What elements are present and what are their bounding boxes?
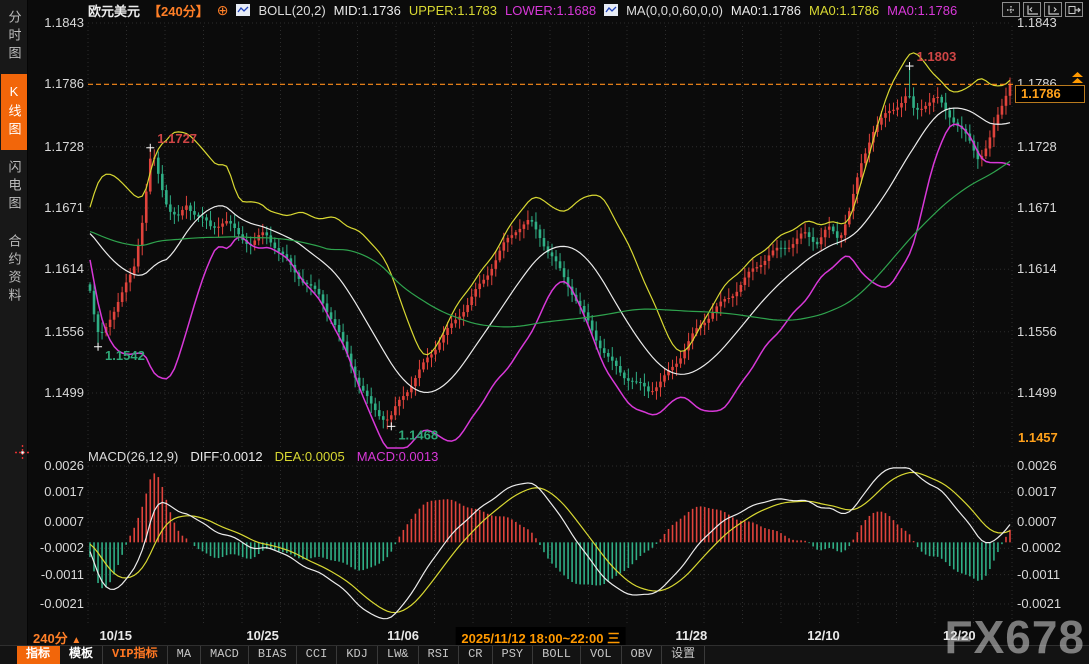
indicator-tab-MACD[interactable]: MACD	[201, 646, 249, 664]
period-selector-label: 240分	[33, 631, 68, 646]
indicator-tab-VIP指标[interactable]: VIP指标	[103, 646, 168, 664]
svg-text:1.1542: 1.1542	[105, 348, 145, 363]
indicator-tab-bar: 指标模板VIP指标MAMACDBIASCCIKDJLW&RSICRPSYBOLL…	[0, 645, 1089, 664]
indicator-tab-VOL[interactable]: VOL	[581, 646, 622, 664]
screenshot-icon[interactable]	[1065, 2, 1083, 17]
axis-low-price-label: 1.1457	[1018, 430, 1058, 445]
trading-app-window: 1.17271.18031.15421.1468 1.18431.18431.1…	[0, 0, 1089, 664]
ma-params-label: MA(0,0,0,60,0,0)	[626, 3, 723, 18]
indicator-tab-MA[interactable]: MA	[168, 646, 201, 664]
sidebar-item-K线图[interactable]: K线图	[1, 74, 27, 150]
indicator-tab-PSY[interactable]: PSY	[493, 646, 534, 664]
zoom-out-icon[interactable]	[1044, 2, 1062, 17]
ma-value-3: MA0:1.1786	[887, 3, 957, 18]
boll-indicator-icon[interactable]	[236, 4, 250, 16]
left-sidebar: 分时图K线图闪电图合约资料	[0, 0, 28, 645]
indicator-tab-BOLL[interactable]: BOLL	[533, 646, 581, 664]
sidebar-item-合约资料[interactable]: 合约资料	[1, 224, 27, 316]
indicator-tab-CCI[interactable]: CCI	[297, 646, 338, 664]
indicator-tab-模板[interactable]: 模板	[60, 646, 103, 664]
sidebar-item-闪电图[interactable]: 闪电图	[1, 150, 27, 224]
chart-toolbar	[1002, 2, 1083, 17]
indicator-tab-设置[interactable]: 设置	[662, 646, 705, 664]
ma-indicator-icon[interactable]	[604, 4, 618, 16]
indicator-tab-OBV[interactable]: OBV	[622, 646, 663, 664]
indicator-tab-LW&[interactable]: LW&	[378, 646, 419, 664]
sidebar-item-分时图[interactable]: 分时图	[1, 0, 27, 74]
boll-lower-value: LOWER:1.1688	[505, 3, 596, 18]
boll-upper-value: UPPER:1.1783	[409, 3, 497, 18]
expand-icon[interactable]: ⊕	[217, 3, 229, 17]
macd-dea-value: DEA:0.0005	[275, 449, 345, 464]
ma-value-1: MA0:1.1786	[731, 3, 801, 18]
indicator-header-bar: 欧元美元 【240分】 ⊕ BOLL(20,2) MID:1.1736 UPPE…	[88, 2, 957, 18]
ma-value-2: MA0:1.1786	[809, 3, 879, 18]
price-up-arrow-icon	[1072, 72, 1083, 90]
svg-text:1.1468: 1.1468	[398, 427, 438, 442]
indicator-tab-BIAS[interactable]: BIAS	[249, 646, 297, 664]
svg-text:1.1727: 1.1727	[157, 131, 197, 146]
boll-params-label: BOLL(20,2)	[258, 3, 325, 18]
symbol-title: 欧元美元	[88, 1, 140, 20]
indicator-tab-KDJ[interactable]: KDJ	[337, 646, 378, 664]
macd-params-label: MACD(26,12,9)	[88, 449, 178, 464]
indicator-tab-指标[interactable]: 指标	[17, 646, 60, 664]
boll-mid-value: MID:1.1736	[334, 3, 401, 18]
chart-canvas[interactable]: 1.1727 1.1803 1.1542 1.1468	[0, 0, 1089, 664]
period-badge[interactable]: 【240分】	[148, 1, 209, 20]
macd-header: MACD(26,12,9) DIFF:0.0012 DEA:0.0005 MAC…	[88, 449, 438, 464]
svg-text:1.1803: 1.1803	[917, 49, 957, 64]
macd-macd-value: MACD:0.0013	[357, 449, 439, 464]
hotspot-crosshair-icon[interactable]	[15, 445, 30, 465]
macd-diff-value: DIFF:0.0012	[190, 449, 262, 464]
zoom-in-icon[interactable]	[1023, 2, 1041, 17]
indicator-tab-RSI[interactable]: RSI	[419, 646, 460, 664]
pan-icon[interactable]	[1002, 2, 1020, 17]
indicator-tab-CR[interactable]: CR	[459, 646, 492, 664]
